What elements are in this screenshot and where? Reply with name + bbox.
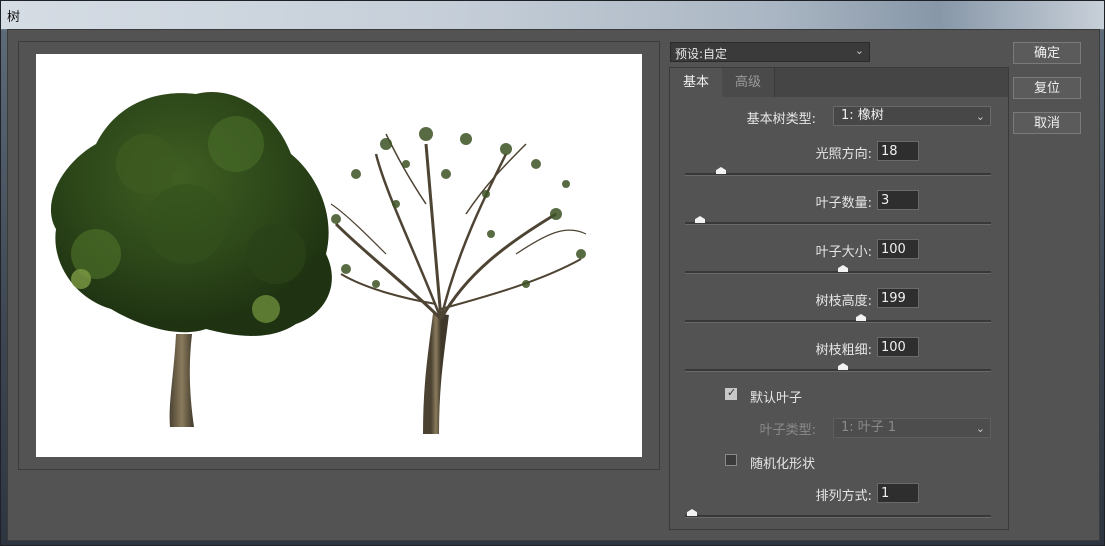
leaf-count-label: 叶子数量: — [815, 196, 872, 211]
preset-label: 预设: — [675, 47, 704, 61]
arrangement-label: 排列方式: — [815, 489, 872, 504]
leaf-size-slider[interactable] — [685, 271, 991, 274]
chevron-down-icon: ⌄ — [854, 44, 864, 57]
dialog-window: 树 预设:自定 ⌄ 基本 高级 基本树类型: 1: 橡树 ⌄ 光照方向: 18 … — [0, 0, 1105, 546]
ok-button[interactable]: 确定 — [1013, 42, 1081, 64]
settings-panel: 基本 高级 基本树类型: 1: 橡树 ⌄ 光照方向: 18 叶子数量: 3 叶子… — [669, 67, 1009, 530]
light-direction-label: 光照方向: — [815, 147, 872, 162]
preset-value: 自定 — [703, 47, 728, 61]
tree-preview-image — [50, 92, 587, 435]
leaf-size-input[interactable]: 100 — [877, 239, 919, 259]
dialog-body: 预设:自定 ⌄ 基本 高级 基本树类型: 1: 橡树 ⌄ 光照方向: 18 叶子… — [7, 29, 1100, 541]
title-bar[interactable]: 树 — [1, 1, 1104, 29]
oak-tree-full — [50, 92, 332, 427]
light-direction-input[interactable]: 18 — [877, 141, 919, 161]
leaf-type-label: 叶子类型: — [759, 423, 816, 438]
window-title: 树 — [7, 10, 21, 25]
chevron-down-icon: ⌄ — [975, 110, 985, 123]
chevron-down-icon: ⌄ — [975, 422, 985, 435]
arrangement-input[interactable]: 1 — [877, 483, 919, 503]
branch-thickness-label: 树枝粗细: — [815, 343, 872, 358]
tab-basic[interactable]: 基本 — [670, 68, 722, 97]
branch-thickness-slider[interactable] — [685, 369, 991, 372]
tab-advanced[interactable]: 高级 — [722, 68, 775, 97]
branch-height-label: 树枝高度: — [815, 294, 872, 309]
leaf-type-select[interactable]: 1: 叶子 1 ⌄ — [833, 418, 991, 438]
default-leaves-checkbox[interactable] — [725, 386, 737, 400]
default-leaves-label: 默认叶子 — [750, 391, 803, 406]
leaf-size-label: 叶子大小: — [815, 245, 872, 260]
preview-canvas — [36, 54, 642, 457]
randomize-shape-checkbox[interactable] — [725, 454, 737, 466]
branch-thickness-input[interactable]: 100 — [877, 337, 919, 357]
branch-height-slider[interactable] — [685, 320, 991, 323]
randomize-shape-label: 随机化形状 — [750, 457, 816, 472]
reset-button[interactable]: 复位 — [1013, 77, 1081, 99]
preset-dropdown[interactable]: 预设:自定 ⌄ — [670, 42, 870, 62]
leaf-count-input[interactable]: 3 — [877, 190, 919, 210]
leaf-type-value: 1: 叶子 1 — [841, 420, 897, 435]
branch-height-input[interactable]: 199 — [877, 288, 919, 308]
tab-bar: 基本 高级 — [670, 68, 1008, 97]
light-direction-slider[interactable] — [685, 173, 991, 176]
tree-type-select[interactable]: 1: 橡树 ⌄ — [833, 106, 991, 126]
cancel-button[interactable]: 取消 — [1013, 112, 1081, 134]
oak-tree-branches — [330, 133, 587, 435]
preview-frame — [18, 41, 660, 470]
tree-type-label: 基本树类型: — [746, 112, 816, 127]
leaf-count-slider[interactable] — [685, 222, 991, 225]
arrangement-slider[interactable] — [685, 515, 991, 518]
tree-type-value: 1: 橡树 — [841, 108, 884, 123]
